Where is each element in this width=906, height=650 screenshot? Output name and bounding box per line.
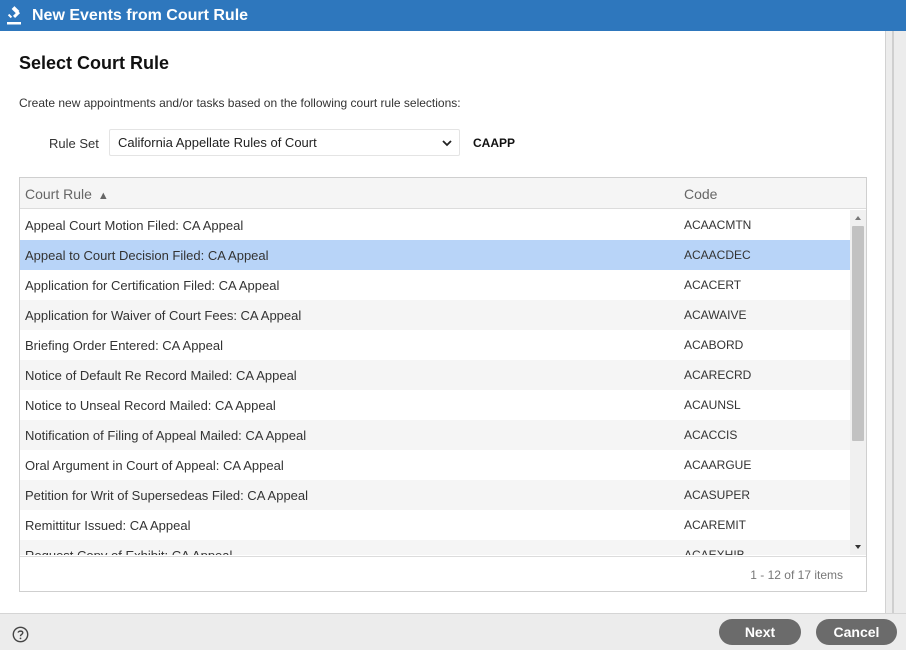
table-row[interactable]: Request Copy of Exhibit: CA Appeal ACAEXH… — [20, 540, 850, 555]
grid-scrollbar[interactable] — [850, 210, 866, 555]
column-header-court-rule[interactable]: Court Rule ▲ — [25, 186, 109, 202]
table-row[interactable]: Remittitur Issued: CA Appeal ACAREMIT — [20, 510, 850, 540]
table-row[interactable]: Appeal to Court Decision Filed: CA Appea… — [20, 240, 850, 270]
court-rule-cell: Oral Argument in Court of Appeal: CA App… — [25, 458, 284, 473]
grid-body: Appeal Court Motion Filed: CA Appeal ACAA… — [20, 210, 850, 555]
court-rule-cell: Remittitur Issued: CA Appeal — [25, 518, 191, 533]
court-rule-cell: Petition for Writ of Supersedeas Filed: … — [25, 488, 309, 503]
court-rule-grid: Court Rule ▲ Code Appeal Court Motion Fi… — [19, 177, 867, 592]
cancel-button[interactable]: Cancel — [816, 619, 897, 645]
pager-info: 1 - 12 of 17 items — [750, 568, 843, 582]
code-cell: ACAEXHIB — [684, 548, 745, 555]
court-rule-cell: Appeal to Court Decision Filed: CA Appea… — [25, 248, 269, 263]
court-rule-cell: Notice of Default Re Record Mailed: CA A… — [25, 368, 297, 383]
grid-footer: 1 - 12 of 17 items — [20, 556, 866, 591]
code-cell: ACAREMIT — [684, 518, 747, 532]
table-row[interactable]: Notice of Default Re Record Mailed: CA A… — [20, 360, 850, 390]
court-rule-cell: Application for Certification Filed: CA … — [25, 278, 280, 293]
table-row[interactable]: Briefing Order Entered: CA Appeal ACABORD — [20, 330, 850, 360]
table-row[interactable]: Petition for Writ of Supersedeas Filed: … — [20, 480, 850, 510]
page-title: Select Court Rule — [19, 53, 170, 73]
column-header-code[interactable]: Code — [684, 186, 717, 202]
dialog-content: Select Court Rule Create new appointment… — [0, 31, 885, 613]
table-row[interactable]: Application for Waiver of Court Fees: CA… — [20, 300, 850, 330]
court-rule-cell: Request Copy of Exhibit: CA Appeal — [25, 548, 232, 555]
code-cell: ACAACDEC — [684, 248, 751, 262]
column-header-court-rule-label: Court Rule — [25, 186, 92, 202]
table-row[interactable]: Oral Argument in Court of Appeal: CA App… — [20, 450, 850, 480]
court-rule-cell: Notice to Unseal Record Mailed: CA Appea… — [25, 398, 276, 413]
next-button[interactable]: Next — [719, 619, 801, 645]
dialog-footer: Next Cancel — [0, 613, 906, 650]
court-rule-cell: Briefing Order Entered: CA Appeal — [25, 338, 224, 353]
table-row[interactable]: Application for Certification Filed: CA … — [20, 270, 850, 300]
code-cell: ACAWAIVE — [684, 308, 747, 322]
rule-set-selected-value: California Appellate Rules of Court — [118, 135, 317, 150]
rule-set-label: Rule Set — [49, 136, 99, 151]
code-cell: ACARECRD — [684, 368, 752, 382]
code-cell: ACACERT — [684, 278, 742, 292]
scroll-down-icon[interactable] — [854, 543, 862, 551]
rule-set-select[interactable]: California Appellate Rules of Court — [109, 129, 460, 156]
court-rule-cell: Appeal Court Motion Filed: CA Appeal — [25, 218, 244, 233]
dialog-scrollbar[interactable] — [885, 31, 906, 613]
code-cell: ACABORD — [684, 338, 744, 352]
dialog-title: New Events from Court Rule — [32, 6, 249, 24]
scroll-up-icon[interactable] — [854, 214, 862, 222]
code-cell: ACAARGUE — [684, 458, 752, 472]
rule-set-code: CAAPP — [473, 136, 516, 150]
dialog-scrollbar-track — [892, 31, 894, 613]
table-row[interactable]: Appeal Court Motion Filed: CA Appeal ACAA… — [20, 210, 850, 240]
sort-ascending-icon: ▲ — [97, 190, 109, 202]
code-cell: ACASUPER — [684, 488, 751, 502]
scrollbar-thumb[interactable] — [852, 226, 864, 441]
page-subtitle: Create new appointments and/or tasks bas… — [19, 96, 461, 110]
table-row[interactable]: Notification of Filing of Appeal Mailed:… — [20, 420, 850, 450]
code-cell: ACACCIS — [684, 428, 738, 442]
help-icon[interactable] — [12, 626, 29, 643]
court-rule-cell: Application for Waiver of Court Fees: CA… — [25, 308, 302, 323]
gavel-icon — [7, 5, 21, 24]
table-row[interactable]: Notice to Unseal Record Mailed: CA Appea… — [20, 390, 850, 420]
court-rule-cell: Notification of Filing of Appeal Mailed:… — [25, 428, 307, 443]
code-cell: ACAUNSL — [684, 398, 741, 412]
dialog-titlebar: New Events from Court Rule — [0, 0, 906, 31]
code-cell: ACAACMTN — [684, 218, 752, 232]
grid-header: Court Rule ▲ Code — [20, 178, 866, 209]
chevron-down-icon — [442, 140, 452, 147]
